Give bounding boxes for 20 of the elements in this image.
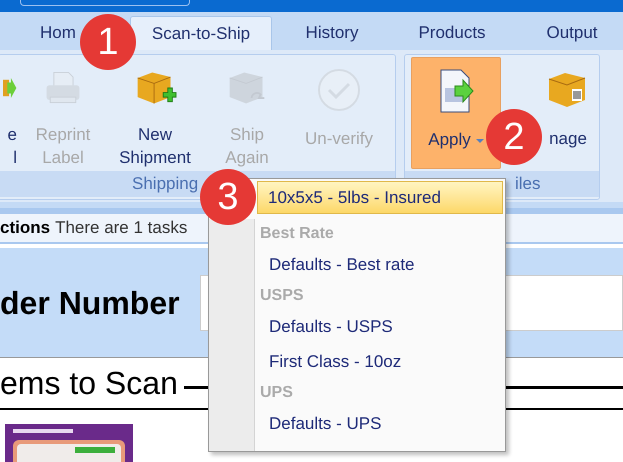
menu-section-header: Best Rate [259,224,335,244]
menu-section-header: UPS [259,382,294,402]
menu-item[interactable]: First Class - 10oz [255,344,505,379]
menu-item[interactable]: Defaults - UPS [255,406,505,441]
ribbon-tab[interactable]: Products [392,16,512,50]
instructions-title: ctions [0,217,50,240]
items-heading: ems to Scan [0,364,178,403]
ribbon-button[interactable]: e l [0,57,17,169]
ribbon-tab[interactable]: Output [512,16,623,50]
ribbon-button[interactable]: Apply [411,57,501,169]
ribbon-tab[interactable]: History [272,16,392,50]
ribbon-tab[interactable]: Hom [35,16,77,50]
menu-item[interactable]: Defaults - USPS [255,309,505,344]
ribbon-tab[interactable]: Scan-to-Ship [130,16,272,50]
menu-section-header: USPS [259,286,305,306]
ribbon-button[interactable]: nage [543,57,593,169]
menu-item[interactable]: 10x5x5 - 5lbs - Insured [257,181,503,214]
menu-item[interactable]: Defaults - Best rate [255,247,505,282]
instructions-text: There are 1 tasks [55,217,188,240]
order-number-label: der Number [0,284,181,322]
